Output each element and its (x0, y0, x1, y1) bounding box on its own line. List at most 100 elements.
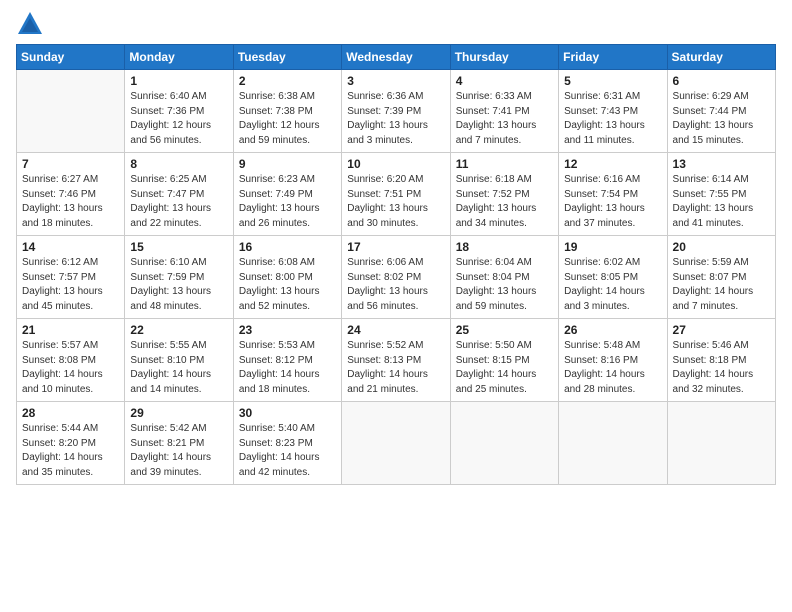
day-number: 10 (347, 157, 444, 171)
day-info: Sunrise: 5:44 AM Sunset: 8:20 PM Dayligh… (22, 422, 119, 480)
day-cell: 15 Sunrise: 6:10 AM Sunset: 7:59 PM Dayli… (125, 236, 233, 319)
day-info: Sunrise: 5:46 AM Sunset: 8:18 PM Dayligh… (673, 339, 770, 397)
day-cell: 14 Sunrise: 6:12 AM Sunset: 7:57 PM Dayli… (17, 236, 125, 319)
day-info: Sunrise: 5:53 AM Sunset: 8:12 PM Dayligh… (239, 339, 336, 397)
day-cell: 16 Sunrise: 6:08 AM Sunset: 8:00 PM Dayli… (233, 236, 341, 319)
day-cell: 21 Sunrise: 5:57 AM Sunset: 8:08 PM Dayli… (17, 319, 125, 402)
day-info: Sunrise: 6:08 AM Sunset: 8:00 PM Dayligh… (239, 256, 336, 314)
day-info: Sunrise: 6:02 AM Sunset: 8:05 PM Dayligh… (564, 256, 661, 314)
col-saturday: Saturday (667, 45, 775, 70)
day-number: 13 (673, 157, 770, 171)
day-number: 19 (564, 240, 661, 254)
day-info: Sunrise: 5:50 AM Sunset: 8:15 PM Dayligh… (456, 339, 553, 397)
day-info: Sunrise: 5:57 AM Sunset: 8:08 PM Dayligh… (22, 339, 119, 397)
day-cell: 2 Sunrise: 6:38 AM Sunset: 7:38 PM Daylig… (233, 70, 341, 153)
day-cell (342, 402, 450, 485)
day-cell: 26 Sunrise: 5:48 AM Sunset: 8:16 PM Dayli… (559, 319, 667, 402)
day-cell: 19 Sunrise: 6:02 AM Sunset: 8:05 PM Dayli… (559, 236, 667, 319)
day-number: 25 (456, 323, 553, 337)
logo-icon (16, 10, 44, 38)
day-info: Sunrise: 6:20 AM Sunset: 7:51 PM Dayligh… (347, 173, 444, 231)
day-info: Sunrise: 6:10 AM Sunset: 7:59 PM Dayligh… (130, 256, 227, 314)
day-cell: 8 Sunrise: 6:25 AM Sunset: 7:47 PM Daylig… (125, 153, 233, 236)
day-cell: 5 Sunrise: 6:31 AM Sunset: 7:43 PM Daylig… (559, 70, 667, 153)
day-info: Sunrise: 5:42 AM Sunset: 8:21 PM Dayligh… (130, 422, 227, 480)
day-cell (450, 402, 558, 485)
logo (16, 10, 48, 38)
day-info: Sunrise: 6:23 AM Sunset: 7:49 PM Dayligh… (239, 173, 336, 231)
day-number: 16 (239, 240, 336, 254)
day-cell: 12 Sunrise: 6:16 AM Sunset: 7:54 PM Dayli… (559, 153, 667, 236)
day-number: 8 (130, 157, 227, 171)
day-info: Sunrise: 5:40 AM Sunset: 8:23 PM Dayligh… (239, 422, 336, 480)
day-cell: 9 Sunrise: 6:23 AM Sunset: 7:49 PM Daylig… (233, 153, 341, 236)
day-info: Sunrise: 6:16 AM Sunset: 7:54 PM Dayligh… (564, 173, 661, 231)
day-info: Sunrise: 6:27 AM Sunset: 7:46 PM Dayligh… (22, 173, 119, 231)
day-cell: 20 Sunrise: 5:59 AM Sunset: 8:07 PM Dayli… (667, 236, 775, 319)
day-number: 17 (347, 240, 444, 254)
day-cell: 1Sunrise: 6:40 AM Sunset: 7:36 PM Daylig… (125, 70, 233, 153)
day-cell: 27Sunrise: 5:46 AM Sunset: 8:18 PM Dayli… (667, 319, 775, 402)
day-info: Sunrise: 6:38 AM Sunset: 7:38 PM Dayligh… (239, 90, 336, 148)
day-cell: 11 Sunrise: 6:18 AM Sunset: 7:52 PM Dayli… (450, 153, 558, 236)
day-number: 22 (130, 323, 227, 337)
col-wednesday: Wednesday (342, 45, 450, 70)
col-tuesday: Tuesday (233, 45, 341, 70)
day-number: 21 (22, 323, 119, 337)
day-cell (667, 402, 775, 485)
day-cell: 23 Sunrise: 5:53 AM Sunset: 8:12 PM Dayli… (233, 319, 341, 402)
day-number: 20 (673, 240, 770, 254)
header (16, 10, 776, 38)
day-info: Sunrise: 5:48 AM Sunset: 8:16 PM Dayligh… (564, 339, 661, 397)
day-number: 15 (130, 240, 227, 254)
week-row-5: 28 Sunrise: 5:44 AM Sunset: 8:20 PM Dayli… (17, 402, 776, 485)
day-info: Sunrise: 6:29 AM Sunset: 7:44 PM Dayligh… (673, 90, 770, 148)
day-number: 12 (564, 157, 661, 171)
day-cell: 6 Sunrise: 6:29 AM Sunset: 7:44 PM Daylig… (667, 70, 775, 153)
week-row-2: 7 Sunrise: 6:27 AM Sunset: 7:46 PM Daylig… (17, 153, 776, 236)
day-cell: 4Sunrise: 6:33 AM Sunset: 7:41 PM Daylig… (450, 70, 558, 153)
day-number: 23 (239, 323, 336, 337)
day-number: 6 (673, 74, 770, 88)
day-cell: 24 Sunrise: 5:52 AM Sunset: 8:13 PM Dayli… (342, 319, 450, 402)
day-number: 30 (239, 406, 336, 420)
col-monday: Monday (125, 45, 233, 70)
day-cell (559, 402, 667, 485)
day-info: Sunrise: 5:52 AM Sunset: 8:13 PM Dayligh… (347, 339, 444, 397)
day-number: 9 (239, 157, 336, 171)
day-number: 26 (564, 323, 661, 337)
day-cell: 30 Sunrise: 5:40 AM Sunset: 8:23 PM Dayli… (233, 402, 341, 485)
day-number: 14 (22, 240, 119, 254)
day-cell: 18Sunrise: 6:04 AM Sunset: 8:04 PM Dayli… (450, 236, 558, 319)
day-info: Sunrise: 6:12 AM Sunset: 7:57 PM Dayligh… (22, 256, 119, 314)
calendar-body: 1Sunrise: 6:40 AM Sunset: 7:36 PM Daylig… (17, 70, 776, 485)
day-info: Sunrise: 6:18 AM Sunset: 7:52 PM Dayligh… (456, 173, 553, 231)
week-row-3: 14 Sunrise: 6:12 AM Sunset: 7:57 PM Dayli… (17, 236, 776, 319)
day-info: Sunrise: 6:25 AM Sunset: 7:47 PM Dayligh… (130, 173, 227, 231)
day-cell: 17Sunrise: 6:06 AM Sunset: 8:02 PM Dayli… (342, 236, 450, 319)
day-number: 7 (22, 157, 119, 171)
day-info: Sunrise: 6:33 AM Sunset: 7:41 PM Dayligh… (456, 90, 553, 148)
day-number: 24 (347, 323, 444, 337)
day-number: 11 (456, 157, 553, 171)
day-cell: 29 Sunrise: 5:42 AM Sunset: 8:21 PM Dayli… (125, 402, 233, 485)
day-cell: 28 Sunrise: 5:44 AM Sunset: 8:20 PM Dayli… (17, 402, 125, 485)
day-number: 28 (22, 406, 119, 420)
day-cell: 7 Sunrise: 6:27 AM Sunset: 7:46 PM Daylig… (17, 153, 125, 236)
day-number: 29 (130, 406, 227, 420)
day-cell: 25 Sunrise: 5:50 AM Sunset: 8:15 PM Dayli… (450, 319, 558, 402)
day-info: Sunrise: 5:59 AM Sunset: 8:07 PM Dayligh… (673, 256, 770, 314)
day-number: 5 (564, 74, 661, 88)
day-cell (17, 70, 125, 153)
day-cell: 22Sunrise: 5:55 AM Sunset: 8:10 PM Dayli… (125, 319, 233, 402)
day-number: 1 (130, 74, 227, 88)
week-row-4: 21 Sunrise: 5:57 AM Sunset: 8:08 PM Dayli… (17, 319, 776, 402)
day-cell: 13Sunrise: 6:14 AM Sunset: 7:55 PM Dayli… (667, 153, 775, 236)
col-sunday: Sunday (17, 45, 125, 70)
day-cell: 10 Sunrise: 6:20 AM Sunset: 7:51 PM Dayli… (342, 153, 450, 236)
calendar-header: Sunday Monday Tuesday Wednesday Thursday… (17, 45, 776, 70)
day-info: Sunrise: 6:31 AM Sunset: 7:43 PM Dayligh… (564, 90, 661, 148)
page: Sunday Monday Tuesday Wednesday Thursday… (0, 0, 792, 612)
day-number: 2 (239, 74, 336, 88)
week-row-1: 1Sunrise: 6:40 AM Sunset: 7:36 PM Daylig… (17, 70, 776, 153)
